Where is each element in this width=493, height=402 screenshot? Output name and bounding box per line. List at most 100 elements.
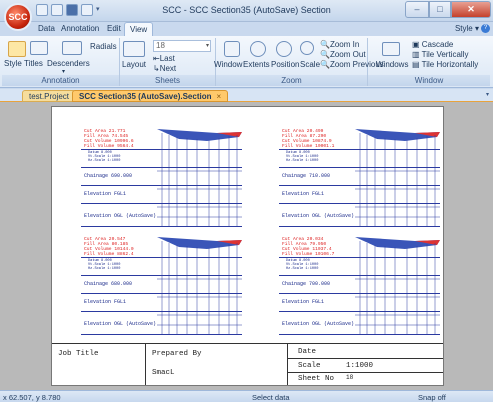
layout-icon[interactable] — [123, 41, 145, 57]
section-scales: Datum 8.000 Vt.Scale 1:1000 Hz.Scale 1:1… — [88, 259, 120, 271]
tab-test-project[interactable]: test.Project — [22, 90, 77, 102]
author-name: SmacL — [152, 369, 175, 377]
prepared-by-label: Prepared By — [152, 350, 202, 358]
window-group-label: Window — [368, 75, 490, 86]
minimize-button[interactable]: – — [405, 1, 429, 18]
style-icon[interactable] — [8, 41, 26, 57]
elevation-fgl-label: Elevation FGL1 — [282, 191, 325, 197]
descenders-button[interactable]: Descenders — [47, 59, 90, 68]
elevation-fgl-label: Elevation FGL1 — [282, 299, 325, 305]
windows-button[interactable]: Windows — [376, 60, 408, 69]
section-quantities: Cut Area 20.547 Fill Area 80.185 Cut Vol… — [84, 237, 134, 257]
section-quantities: Cut Area 20.499 Fill Area 87.290 Cut Vol… — [282, 129, 334, 149]
sheets-group-label: Sheets — [120, 75, 215, 86]
cursor-coordinates: x 62.507, y 8.780 — [3, 393, 61, 402]
job-title-cell: Job Title — [52, 344, 146, 385]
cross-section-4: Cut Area 20.034 Fill Area 79.950 Cut Vol… — [275, 237, 440, 337]
job-title-label: Job Title — [58, 350, 99, 358]
cross-section-1: Cut Area 21.771 Fill Area 74.545 Cut Vol… — [77, 129, 242, 229]
descenders-dropdown-icon[interactable]: ▾ — [62, 68, 65, 75]
elevation-ogl-label: Elevation OGL (AutoSave) — [84, 213, 157, 219]
section-profile-graphic — [157, 129, 242, 226]
zoom-in-button[interactable]: 🔍Zoom In — [320, 40, 359, 49]
chevron-down-icon[interactable]: ▾ — [486, 91, 489, 98]
hz-scale-label: Hz.Scale 1:1000 — [286, 159, 319, 163]
chevron-down-icon: ▾ — [205, 43, 209, 49]
title-block: Job Title Prepared By SmacL Date Scale 1… — [52, 343, 443, 385]
elevation-fgl-label: Elevation FGL1 — [84, 299, 127, 305]
tile-horizontally-button[interactable]: ▤ Tile Horizontally — [412, 60, 478, 69]
next-sheet-button[interactable]: ↳Next — [153, 64, 176, 73]
zoom-window-icon[interactable] — [224, 41, 240, 57]
tile-horizontally-label: Tile Horizontally — [421, 60, 479, 69]
sheet-number-value: 18 — [346, 374, 354, 381]
section-quantities: Cut Area 20.034 Fill Area 79.950 Cut Vol… — [282, 237, 334, 257]
help-icon[interactable]: ? — [481, 24, 490, 33]
section-profile-graphic — [355, 129, 440, 226]
last-sheet-button[interactable]: ⇤Last — [153, 54, 175, 63]
windows-icon[interactable] — [382, 42, 400, 56]
tab-view[interactable]: View — [124, 22, 154, 37]
mode-status: Select data — [252, 393, 290, 402]
ribbon: Radials Style Titles Descenders ▾ Annota… — [0, 36, 493, 88]
zoom-window-button[interactable]: Window — [214, 60, 242, 69]
zoom-extents-button[interactable]: Extents — [243, 60, 270, 69]
hz-scale-label: Hz.Scale 1:1000 — [286, 267, 319, 271]
window-controls: – □ ✕ — [405, 1, 491, 18]
divider-line — [288, 358, 443, 359]
section-profile-graphic — [355, 237, 440, 334]
zoom-extents-icon[interactable] — [250, 41, 266, 57]
scale-label: Scale — [298, 362, 321, 370]
prepared-by-cell: Prepared By SmacL — [146, 344, 288, 385]
tab-annotation[interactable]: Annotation — [61, 24, 99, 33]
tab-edit[interactable]: Edit — [107, 24, 121, 33]
hz-scale-label: Hz.Scale 1:1000 — [88, 159, 121, 163]
zoom-in-label: Zoom In — [329, 40, 360, 49]
cascade-label: Cascade — [421, 40, 454, 49]
zoom-out-label: Zoom Out — [329, 50, 366, 59]
style-menu[interactable]: Style ▾ — [455, 24, 479, 33]
zoom-group: Window Extents Position Scale 🔍Zoom In 🔍… — [214, 38, 384, 86]
zoom-position-button[interactable]: Position — [271, 60, 299, 69]
maximize-button[interactable]: □ — [429, 1, 451, 18]
cross-section-2: Cut Area 20.499 Fill Area 87.290 Cut Vol… — [275, 129, 440, 229]
titles-button[interactable]: Titles — [24, 59, 43, 68]
chainage-label: Chainage 710.000 — [282, 173, 331, 179]
zoom-scale-button[interactable]: Scale — [300, 60, 320, 69]
close-tab-icon[interactable]: × — [216, 92, 221, 101]
descenders-icon[interactable] — [62, 41, 82, 55]
layout-button[interactable]: Layout — [122, 60, 146, 69]
status-bar: x 62.507, y 8.780 Select data Snap off — [0, 390, 493, 402]
date-scale-sheet-cell: Date Scale 1:1000 Sheet No 18 — [288, 344, 443, 385]
elevation-ogl-label: Elevation OGL (AutoSave) — [282, 213, 355, 219]
section-quantities: Cut Area 21.771 Fill Area 74.545 Cut Vol… — [84, 129, 134, 149]
zoom-position-icon[interactable] — [276, 41, 292, 57]
title-bar: SCC ▾ SCC - SCC Section35 (AutoSave) Sec… — [0, 0, 493, 31]
drawing-canvas[interactable]: Cut Area 21.771 Fill Area 74.545 Cut Vol… — [0, 102, 493, 390]
close-button[interactable]: ✕ — [451, 1, 491, 18]
sheets-group: Layout 18 ▾ ⇤Last ↳Next Sheets — [120, 38, 216, 86]
tab-section-document[interactable]: SCC Section35 (AutoSave).Section × — [72, 90, 229, 102]
sheet-number-value: 18 — [156, 41, 165, 50]
tile-vertically-button[interactable]: ▥ Tile Vertically — [412, 50, 468, 59]
tile-vertically-label: Tile Vertically — [421, 50, 469, 59]
zoom-out-button[interactable]: 🔍Zoom Out — [320, 50, 366, 59]
zoom-group-label: Zoom — [216, 75, 367, 86]
elevation-fgl-label: Elevation FGL1 — [84, 191, 127, 197]
tab-data[interactable]: Data — [38, 24, 55, 33]
chainage-label: Chainage 680.000 — [84, 281, 133, 287]
sheet-number-select[interactable]: 18 ▾ — [153, 40, 211, 52]
section-scales: Datum 8.000 Vt.Scale 1:1000 Hz.Scale 1:1… — [88, 151, 120, 163]
cascade-button[interactable]: ▣ Cascade — [412, 40, 453, 49]
snap-status[interactable]: Snap off — [418, 393, 446, 402]
drawing-sheet: Cut Area 21.771 Fill Area 74.545 Cut Vol… — [51, 106, 444, 386]
app-menu-button[interactable]: SCC — [4, 3, 32, 31]
section-scales: Datum 8.000 Vt.Scale 1:1000 Hz.Scale 1:1… — [286, 151, 318, 163]
scale-value: 1:1000 — [346, 362, 374, 370]
style-button[interactable]: Style — [4, 59, 22, 68]
titles-icon[interactable] — [30, 41, 48, 55]
chainage-label: Chainage 700.000 — [282, 281, 331, 287]
radials-button[interactable]: Radials — [90, 42, 117, 51]
zoom-scale-icon[interactable] — [300, 41, 314, 55]
hz-scale-label: Hz.Scale 1:1000 — [88, 267, 121, 271]
